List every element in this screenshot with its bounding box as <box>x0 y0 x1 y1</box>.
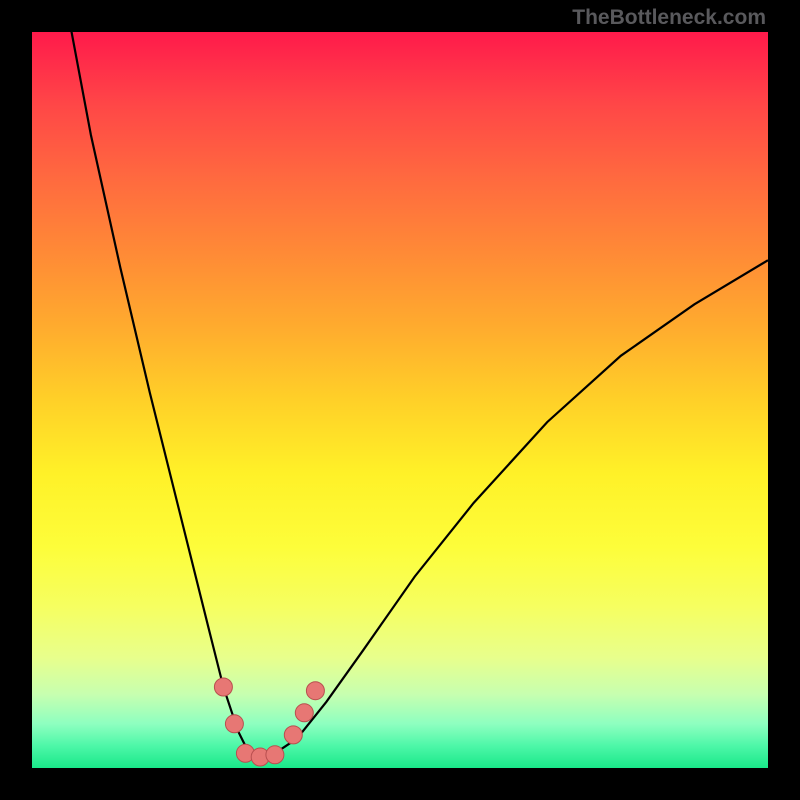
data-marker <box>225 715 243 733</box>
plot-area <box>32 32 768 768</box>
data-marker <box>266 746 284 764</box>
chart-frame: TheBottleneck.com <box>0 0 800 800</box>
data-marker <box>295 704 313 722</box>
data-marker <box>284 726 302 744</box>
curve-layer <box>32 32 768 768</box>
data-marker <box>214 678 232 696</box>
v-curve-path <box>69 32 768 757</box>
marker-group <box>214 678 324 766</box>
data-marker <box>306 682 324 700</box>
attribution-label: TheBottleneck.com <box>572 6 766 30</box>
